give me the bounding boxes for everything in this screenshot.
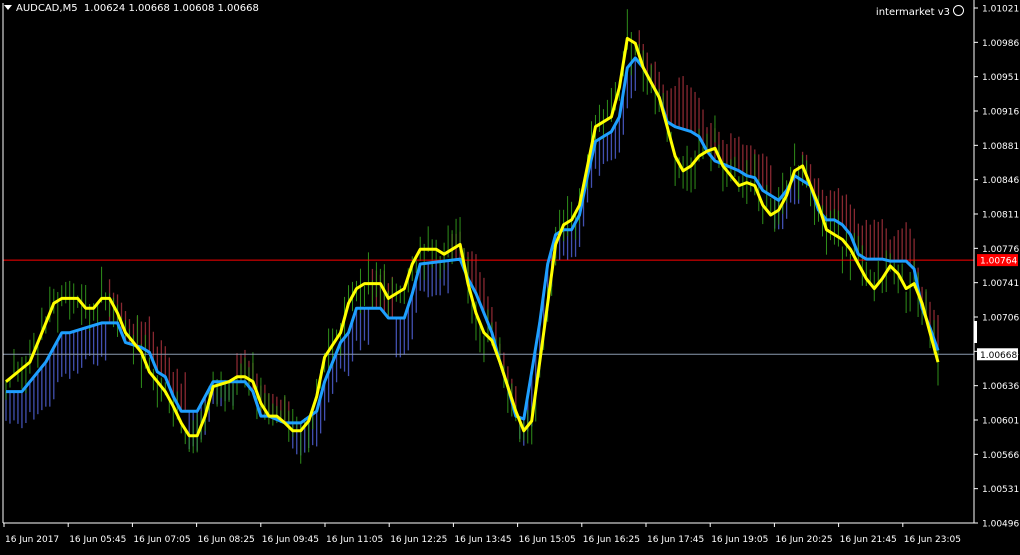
- x-tick-label: 16 Jun 16:25: [583, 535, 640, 545]
- y-tick-label: 1.00601: [982, 417, 1019, 427]
- y-tick-label: 1.00986: [982, 39, 1019, 49]
- price-chart[interactable]: 1.01021 1.00986 1.00951 1.00916 1.00881 1.008…: [0, 0, 1020, 551]
- x-tick-label: 16 Jun 19:05: [711, 535, 768, 545]
- y-tick-label: 1.00951: [982, 73, 1019, 83]
- y-tick-label: 1.00531: [982, 485, 1019, 495]
- x-tick-label: 16 Jun 09:45: [262, 535, 319, 545]
- y-tick-label: 1.00881: [982, 142, 1019, 152]
- y-tick-label: 1.00636: [982, 382, 1019, 392]
- ohlc-values: 1.00624 1.00668 1.00608 1.00668: [83, 3, 259, 14]
- y-tick-label: 1.00741: [982, 279, 1019, 289]
- indicator-label: intermarket v3: [876, 5, 964, 18]
- dropdown-triangle-icon[interactable]: [4, 5, 12, 10]
- chart-header: AUDCAD,M5 1.00624 1.00668 1.00608 1.0066…: [4, 3, 259, 14]
- x-tick-label: 16 Jun 17:45: [647, 535, 704, 545]
- x-tick-label: 16 Jun 11:05: [326, 535, 383, 545]
- symbol-label: AUDCAD,M5: [16, 3, 78, 14]
- y-tick-label: 1.00811: [982, 211, 1019, 221]
- smiley-icon: [953, 5, 964, 16]
- x-tick-label: 16 Jun 13:45: [454, 535, 511, 545]
- chart-canvas[interactable]: 1.01021 1.00986 1.00951 1.00916 1.00881 1.008…: [0, 0, 1020, 551]
- y-tick-label: 1.00916: [982, 108, 1019, 118]
- x-tick-label: 16 Jun 20:25: [775, 535, 832, 545]
- yellow-series-line: [5, 36, 940, 438]
- current-price-tag-label: 1.00668: [980, 351, 1017, 361]
- x-tick-label: 16 Jun 2017: [5, 535, 59, 545]
- x-tick-label: 16 Jun 15:05: [519, 535, 576, 545]
- red-price-tag-label: 1.00764: [980, 257, 1017, 267]
- x-tick-label: 16 Jun 21:45: [840, 535, 897, 545]
- x-tick-label: 16 Jun 08:25: [198, 535, 255, 545]
- x-tick-label: 16 Jun 05:45: [69, 535, 126, 545]
- x-tick-label: 16 Jun 23:05: [904, 535, 961, 545]
- y-tick-label: 1.00496: [982, 520, 1019, 530]
- indicator-name: intermarket v3: [875, 7, 950, 18]
- x-tick-label: 16 Jun 12:25: [390, 535, 447, 545]
- x-tick-label: 16 Jun 07:05: [133, 535, 190, 545]
- y-tick-label: 1.00776: [982, 245, 1019, 255]
- y-tick-label: 1.00706: [982, 314, 1019, 324]
- y-tick-label: 1.00566: [982, 451, 1019, 461]
- y-tick-label: 1.01021: [982, 5, 1019, 15]
- price-marker: [974, 321, 977, 343]
- y-tick-label: 1.00846: [982, 176, 1019, 186]
